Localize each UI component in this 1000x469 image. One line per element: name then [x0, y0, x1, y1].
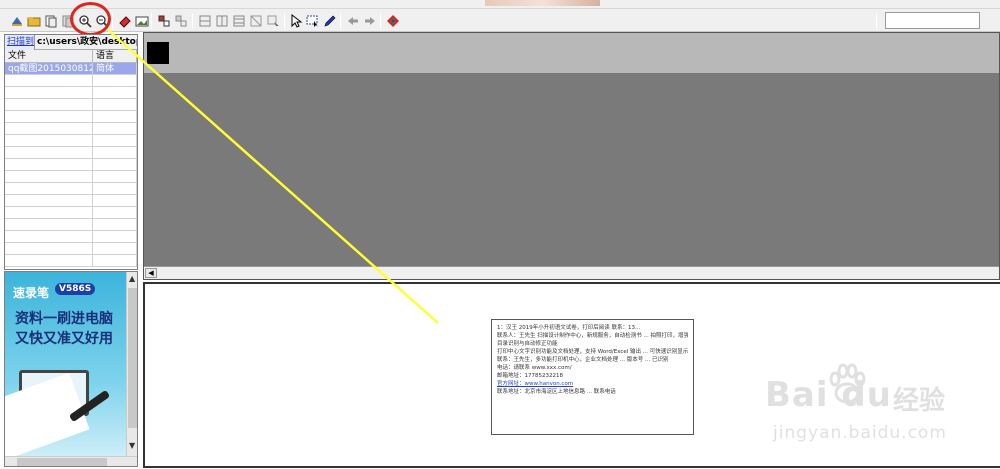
ad-vertical-scrollbar[interactable]: ▲ ▼ — [126, 272, 137, 456]
column-header-language[interactable]: 语言 — [93, 50, 137, 62]
eraser-icon[interactable] — [116, 12, 133, 29]
preview-thumbnail-strip — [144, 33, 999, 73]
layout-copy-icon[interactable] — [172, 12, 189, 29]
ad-brand: 速录笔 — [13, 286, 50, 300]
pages-icon[interactable] — [42, 12, 59, 29]
table-row[interactable] — [5, 183, 137, 195]
watermark: Bai du 经验 jingyan.baidu.com — [765, 355, 990, 455]
table-row[interactable] — [5, 171, 137, 183]
table-row[interactable] — [5, 135, 137, 147]
watermark-url: jingyan.baidu.com — [773, 423, 947, 443]
open-folder-icon[interactable] — [25, 12, 42, 29]
main-toolbar — [0, 8, 1000, 32]
layout-icon[interactable] — [155, 12, 172, 29]
table-row[interactable] — [5, 255, 137, 267]
chevron-down-icon[interactable]: ▼ — [129, 442, 135, 450]
chevron-up-icon[interactable]: ▲ — [129, 275, 135, 283]
language-cell: 简体 — [93, 63, 137, 74]
table-row[interactable]: qq截图20150308122... 简体 — [5, 63, 137, 75]
scroll-thumb[interactable] — [17, 458, 107, 466]
grid3-icon[interactable] — [230, 12, 247, 29]
table-row[interactable] — [5, 123, 137, 135]
table-row[interactable] — [5, 231, 137, 243]
ad-slogan-line2: 又快又准又好用 — [15, 331, 113, 347]
open-scan-icon[interactable] — [8, 12, 25, 29]
grid-icon[interactable] — [196, 12, 213, 29]
table-icon[interactable] — [247, 12, 264, 29]
arrow-right-icon[interactable] — [361, 12, 378, 29]
table-row[interactable] — [5, 195, 137, 207]
thumbnail[interactable] — [147, 42, 169, 64]
arrow-left-icon[interactable] — [344, 12, 361, 29]
table-header: 文件 语言 — [5, 50, 137, 63]
watermark-cn: 经验 — [893, 386, 946, 416]
file-list-panel: 扫描到 c:\users\政安\desktop\ 文件 语言 qq截图20150… — [4, 34, 138, 270]
window-top-strip — [0, 0, 1000, 8]
table-select-icon[interactable] — [264, 12, 281, 29]
ad-slogan-line1: 资料一刷进电脑 — [15, 311, 113, 327]
table-row[interactable] — [5, 243, 137, 255]
chevron-left-icon[interactable]: ◀ — [145, 268, 157, 278]
grid2-icon[interactable] — [213, 12, 230, 29]
image-preview-pane[interactable]: ◀ — [143, 32, 1000, 280]
column-header-file[interactable]: 文件 — [5, 50, 93, 62]
document-text-line: 官方网址：www.hanvon.com — [497, 381, 574, 387]
table-row[interactable] — [5, 75, 137, 87]
document-text-line: 联系：王先生，多功能打印机中心，企业文档处理 ... 版本号 ... 已识别 — [497, 357, 669, 363]
ad-model-badge: V586S — [55, 283, 96, 295]
table-row[interactable] — [5, 159, 137, 171]
file-table: 文件 语言 qq截图20150308122... 简体 — [5, 50, 137, 267]
select-region-icon[interactable] — [304, 12, 321, 29]
background-photo-fragment — [485, 0, 600, 6]
table-row[interactable] — [5, 87, 137, 99]
advertisement-banner[interactable]: 速录笔 V586S 资料一刷进电脑 又快又准又好用 ▲ ▼ — [4, 271, 138, 467]
document-text-line: 1：汉王 2019年小升初语文试卷，打印后阅读 联系：13... — [497, 325, 641, 331]
document-text-line: 目录识别与自动修正功能 — [497, 341, 558, 347]
watermark-brand: Bai du — [765, 375, 892, 415]
table-row[interactable] — [5, 147, 137, 159]
scanned-document: 1：汉王 2019年小升初语文试卷，打印后阅读 联系：13... 联系人：王先生 … — [491, 319, 694, 435]
highlight-circle — [70, 2, 111, 36]
tab-scan-to[interactable]: 扫描到 — [5, 35, 35, 50]
document-text-line: 联系人：王先生 扫描设计制作中心，新规服务，自动检测书 ... 拍照打印，增强识… — [497, 333, 688, 339]
document-text-line: 联系地址：北京市海淀区上地信息路 ... 联系电话 — [497, 389, 616, 395]
scroll-thumb[interactable] — [128, 288, 137, 428]
table-row[interactable] — [5, 111, 137, 123]
left-panel-tabs: 扫描到 c:\users\政安\desktop\ — [5, 35, 137, 50]
color-icon[interactable] — [384, 12, 401, 29]
table-row[interactable] — [5, 99, 137, 111]
table-row[interactable] — [5, 219, 137, 231]
document-text-line: 电话：请联系 www.xxx.com/ — [497, 365, 572, 371]
path-field[interactable]: c:\users\政安\desktop\ — [35, 35, 137, 50]
toolbar-search-input[interactable] — [885, 12, 980, 29]
pencil-icon[interactable] — [321, 12, 338, 29]
table-row[interactable] — [5, 207, 137, 219]
file-name-cell: qq截图20150308122... — [5, 63, 93, 74]
ad-horizontal-scrollbar[interactable] — [5, 456, 137, 466]
document-text-line: 邮箱地址：17785232218 — [497, 373, 563, 379]
ad-image[interactable]: 速录笔 V586S 资料一刷进电脑 又快又准又好用 — [5, 272, 126, 460]
document-text-line: 打印中心文字识别功能及文档处理，支持 Word/Excel 输出 ... 可快速… — [497, 349, 688, 355]
preview-horizontal-scrollbar[interactable]: ◀ — [144, 266, 999, 279]
image-icon[interactable] — [133, 12, 150, 29]
pointer-icon[interactable] — [287, 12, 304, 29]
